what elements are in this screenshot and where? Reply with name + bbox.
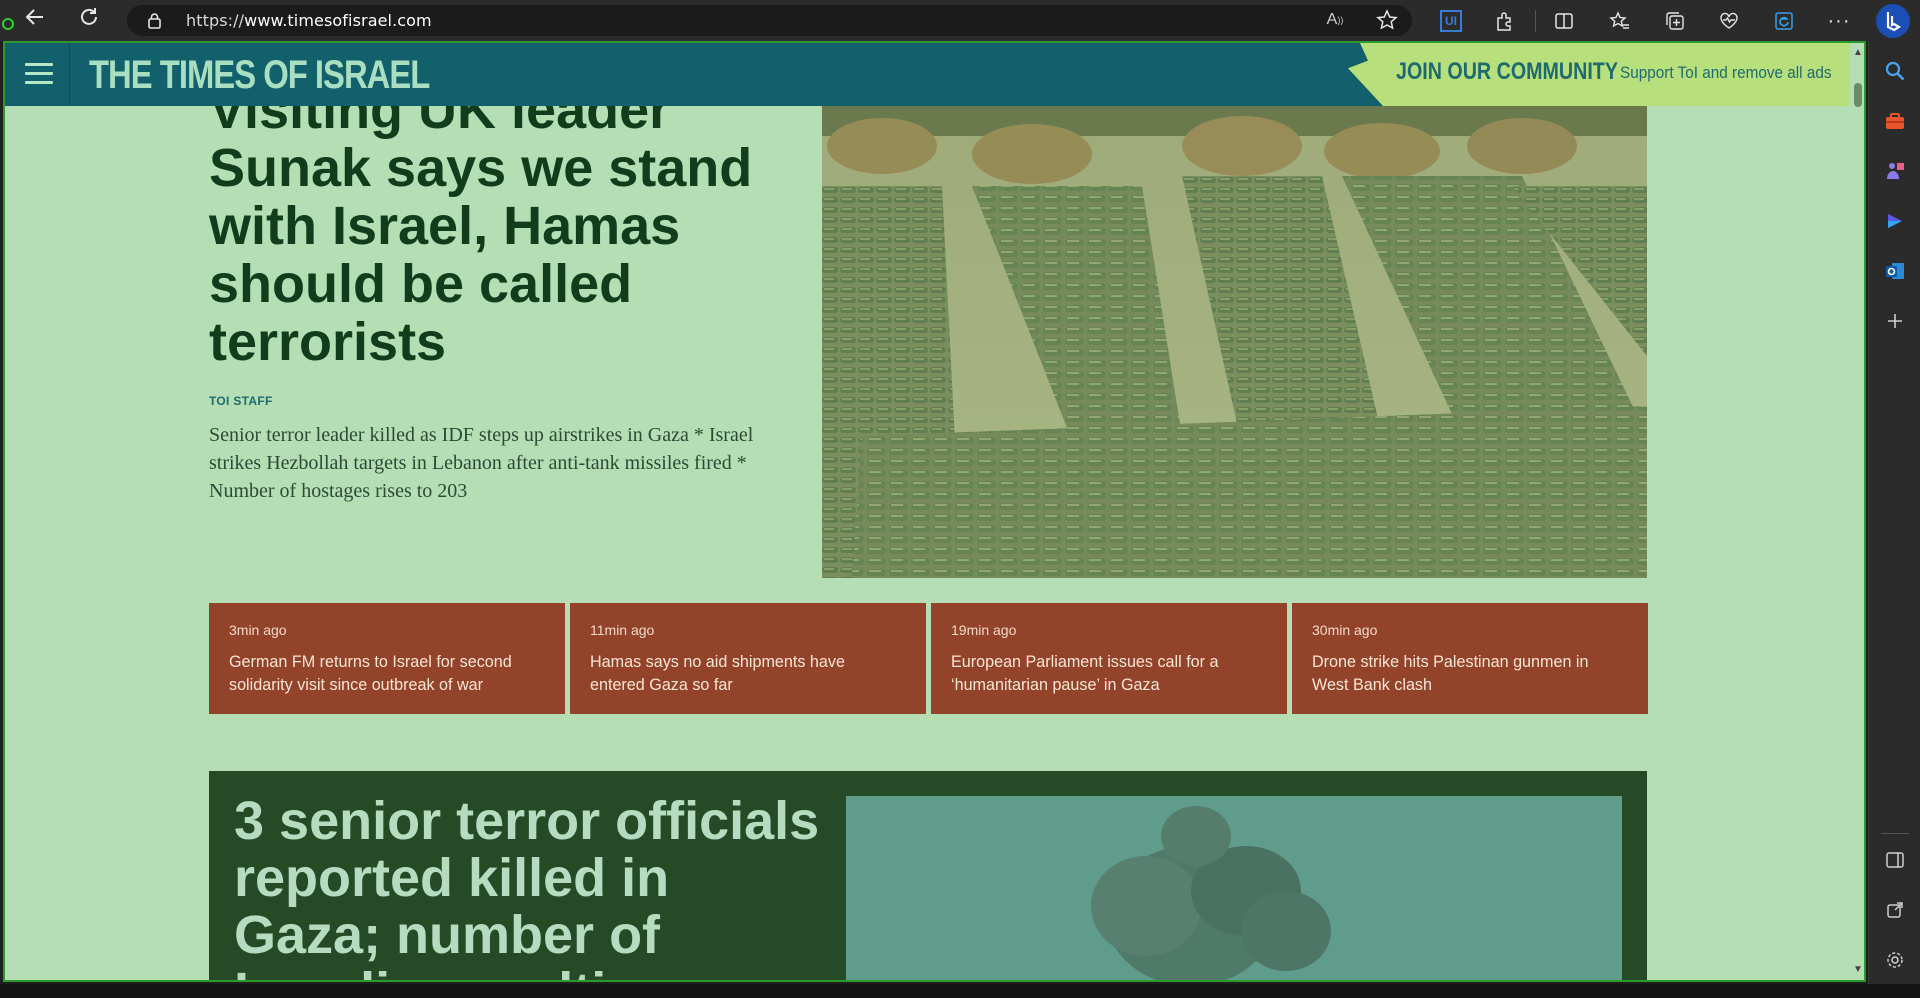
lead-byline[interactable]: TOI STAFF <box>209 394 273 408</box>
bing-chat-icon[interactable] <box>1876 4 1910 38</box>
taskbar-strip <box>0 984 1920 998</box>
ticker-title[interactable]: Hamas says no aid shipments have entered… <box>590 650 894 696</box>
outlook-icon[interactable] <box>1880 256 1910 286</box>
extension-ui-icon[interactable]: UI <box>1438 8 1464 34</box>
settings-icon[interactable] <box>1880 945 1910 975</box>
second-image[interactable] <box>846 796 1622 980</box>
read-aloud-icon[interactable]: A)) <box>1322 7 1348 33</box>
favorites-icon[interactable] <box>1607 8 1633 34</box>
web-page: Visiting UK leader Sunak says we stand w… <box>3 41 1866 982</box>
second-story[interactable]: 3 senior terror officials reported kille… <box>209 771 1647 981</box>
site-logo[interactable]: THE TIMES OF ISRAEL <box>89 53 430 98</box>
ticker-title[interactable]: German FM returns to Israel for second s… <box>229 650 533 696</box>
page-scrollbar[interactable]: ▲ ▼ <box>1850 43 1864 980</box>
url-host: www.timesofisrael.com <box>244 11 432 30</box>
tools-icon[interactable] <box>1880 106 1910 136</box>
url-prefix: https:// <box>186 11 245 30</box>
ticker-time: 19min ago <box>951 622 1017 638</box>
weapons-cache-photo <box>822 106 1647 578</box>
ticker-time: 11min ago <box>590 622 655 638</box>
scroll-up-icon[interactable]: ▲ <box>1853 48 1863 58</box>
panel-icon[interactable] <box>1880 845 1910 875</box>
ticker-title[interactable]: Drone strike hits Palestinan gunmen in W… <box>1312 650 1616 696</box>
browser-toolbar: https://www.timesofisrael.com A)) UI ··· <box>0 0 1920 41</box>
refresh-icon[interactable] <box>74 6 104 36</box>
copilot-icon[interactable] <box>1880 206 1910 236</box>
more-icon[interactable]: ··· <box>1826 8 1852 34</box>
lead-summary: Senior terror leader killed as IDF steps… <box>209 424 754 502</box>
lock-icon[interactable] <box>146 12 163 29</box>
lead-headline[interactable]: Visiting UK leader Sunak says we stand w… <box>209 81 769 371</box>
second-headline[interactable]: 3 senior terror officials reported kille… <box>234 793 824 981</box>
join-community-banner[interactable]: JOIN OUR COMMUNITY Support ToI and remov… <box>1348 43 1850 106</box>
ticker-time: 3min ago <box>229 622 287 638</box>
external-icon[interactable] <box>1880 895 1910 925</box>
menu-icon[interactable] <box>25 63 53 85</box>
extension-status-icon <box>2 18 14 30</box>
extensions-icon[interactable] <box>1492 8 1518 34</box>
split-screen-icon[interactable] <box>1551 8 1577 34</box>
ticker-card-4[interactable]: 30min ago Drone strike hits Palestinan g… <box>1292 603 1648 714</box>
games-icon[interactable] <box>1880 156 1910 186</box>
edge-sidebar <box>1868 41 1920 990</box>
lead-image[interactable] <box>822 106 1647 578</box>
search-icon[interactable] <box>1880 56 1910 86</box>
ticker-time: 30min ago <box>1312 622 1378 638</box>
add-icon[interactable] <box>1880 306 1910 336</box>
ticker-card-3[interactable]: 19min ago European Parliament issues cal… <box>931 603 1287 714</box>
toolbar-divider <box>1535 10 1536 32</box>
scrollbar-thumb[interactable] <box>1854 83 1862 107</box>
browser-essentials-icon[interactable] <box>1716 8 1742 34</box>
url-text[interactable]: https://www.timesofisrael.com <box>186 11 432 30</box>
sidebar-divider <box>1881 833 1909 834</box>
ticker-card-2[interactable]: 11min ago Hamas says no aid shipments ha… <box>570 603 926 714</box>
ticker-title[interactable]: European Parliament issues call for a ‘h… <box>951 650 1255 696</box>
join-title: JOIN OUR COMMUNITY <box>1396 58 1618 85</box>
address-bar[interactable]: https://www.timesofisrael.com A)) <box>127 5 1412 36</box>
collections-icon[interactable] <box>1662 8 1688 34</box>
smoke-photo <box>846 796 1622 980</box>
back-icon[interactable] <box>20 6 50 36</box>
edge-icon[interactable] <box>1771 8 1797 34</box>
favorite-star-icon[interactable] <box>1374 7 1400 33</box>
scroll-down-icon[interactable]: ▼ <box>1853 965 1863 975</box>
site-header: THE TIMES OF ISRAEL JOIN OUR COMMUNITY S… <box>5 43 1850 106</box>
join-subtitle: Support ToI and remove all ads <box>1620 63 1832 82</box>
ticker-card-1[interactable]: 3min ago German FM returns to Israel for… <box>209 603 565 714</box>
header-divider <box>69 43 70 106</box>
